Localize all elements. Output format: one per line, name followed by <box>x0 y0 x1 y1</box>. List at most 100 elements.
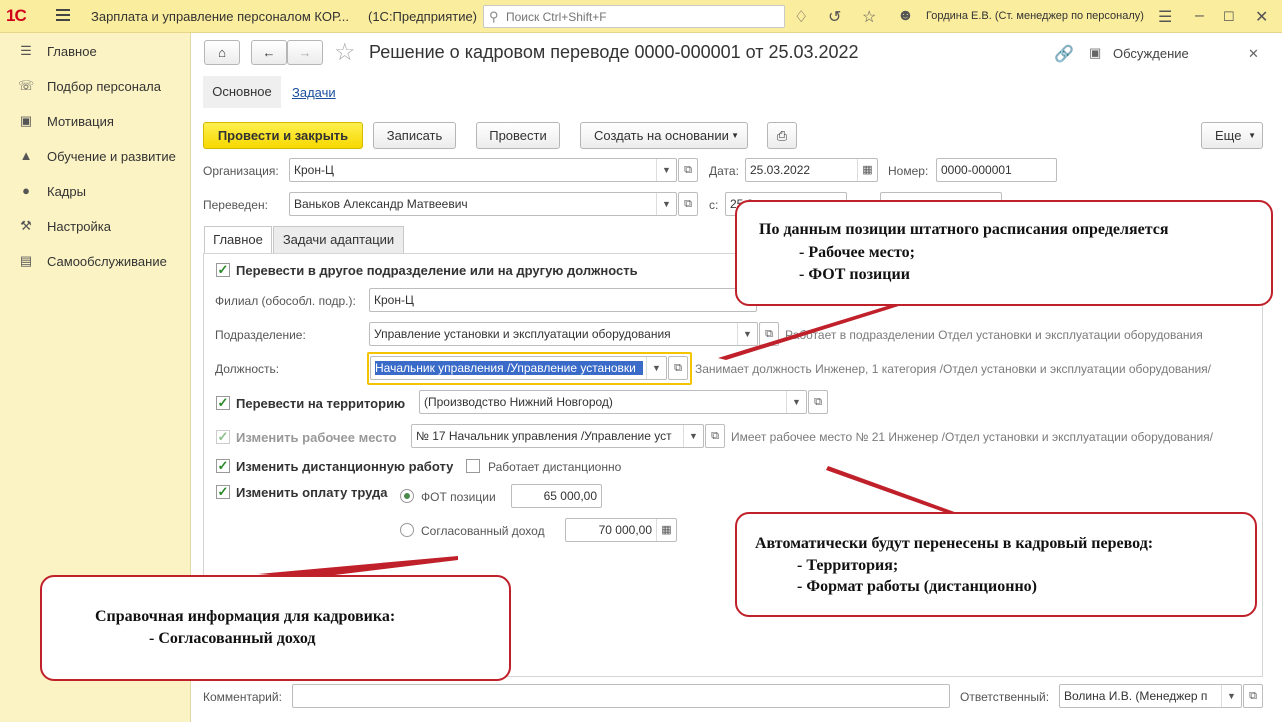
close-window-icon[interactable]: ✕ <box>1255 7 1268 27</box>
branch-label: Филиал (обособл. подр.): <box>215 294 356 308</box>
nav-tasks[interactable]: Задачи <box>292 85 336 100</box>
agreed-income-radio[interactable] <box>400 523 414 537</box>
nav-main[interactable]: Основное <box>203 76 281 108</box>
tab-adaptation-tasks[interactable]: Задачи адаптации <box>273 226 404 253</box>
main-menu-icon[interactable] <box>56 9 70 21</box>
organization-label: Организация: <box>203 164 279 178</box>
branch-value: Крон-Ц <box>374 293 414 307</box>
position-value: Начальник управления /Управление установ… <box>375 361 643 375</box>
global-search[interactable]: ⚲ <box>483 5 785 28</box>
position-info: Занимает должность Инженер, 1 категория … <box>695 362 1211 376</box>
people-icon: ● <box>22 183 30 198</box>
remote-change-checkbox[interactable]: ✓ <box>216 459 230 473</box>
open-position-button[interactable]: ⧉ <box>668 356 688 380</box>
open-icon: ⧉ <box>684 164 692 176</box>
search-icon: ⚲ <box>489 9 499 24</box>
fot-field[interactable]: 65 000,00 <box>511 484 602 508</box>
link-icon[interactable]: 🔗 <box>1054 44 1074 64</box>
open-icon: ⧉ <box>814 396 822 408</box>
maximize-icon[interactable]: ☐ <box>1223 9 1235 25</box>
branch-field[interactable]: Крон-Ц <box>369 288 757 312</box>
post-and-close-button[interactable]: Провести и закрыть <box>203 122 363 149</box>
remote-change-checkbox-label: Изменить дистанционную работу <box>236 459 454 474</box>
discussion-link[interactable]: Обсуждение <box>1113 46 1189 61</box>
territory-checkbox[interactable]: ✓ <box>216 396 230 410</box>
callout-line: Автоматически будут перенесены в кадровы… <box>755 535 1154 552</box>
post-button[interactable]: Провести <box>476 122 560 149</box>
close-form-icon[interactable]: ✕ <box>1248 46 1259 62</box>
minimize-icon[interactable]: – <box>1195 7 1204 25</box>
forward-button[interactable]: → <box>287 40 323 65</box>
sidebar-item-selfservice[interactable]: ▤ Самообслуживание <box>0 244 191 278</box>
workplace-checkbox[interactable]: ✓ <box>216 430 230 444</box>
chevron-down-icon[interactable]: ▼ <box>737 323 757 345</box>
create-based-on-button[interactable]: Создать на основании ▼ <box>580 122 748 149</box>
tab-main[interactable]: Главное <box>204 226 272 253</box>
app-logo[interactable]: 1С <box>6 6 27 26</box>
star-icon[interactable]: ☆ <box>862 7 876 27</box>
chevron-down-icon[interactable]: ▼ <box>646 357 666 379</box>
title-bar: 1С Зарплата и управление персоналом КОР.… <box>0 0 1282 33</box>
pay-change-checkbox[interactable]: ✓ <box>216 485 230 499</box>
more-button[interactable]: Еще ▼ <box>1201 122 1263 149</box>
organization-field[interactable]: Крон-Ц ▼ <box>289 158 677 182</box>
settings-menu-icon[interactable]: ☰ <box>1158 7 1172 27</box>
territory-checkbox-label: Перевести на территорию <box>236 396 406 411</box>
pay-change-checkbox-label: Изменить оплату труда <box>236 485 388 500</box>
chevron-down-icon[interactable]: ▼ <box>1221 685 1241 707</box>
sidebar-item-label: Главное <box>47 44 97 59</box>
comment-label: Комментарий: <box>203 690 282 704</box>
number-label: Номер: <box>888 164 929 178</box>
agreed-income-field[interactable]: 70 000,00 ▦ <box>565 518 677 542</box>
back-button[interactable]: ← <box>251 40 287 65</box>
comment-field[interactable] <box>292 684 950 708</box>
organization-value: Крон-Ц <box>294 163 334 177</box>
sidebar-item-motivation[interactable]: ▣ Мотивация <box>0 104 191 138</box>
number-field[interactable]: 0000-000001 <box>936 158 1057 182</box>
open-workplace-button[interactable]: ⧉ <box>705 424 725 448</box>
open-territory-button[interactable]: ⧉ <box>808 390 828 414</box>
chevron-down-icon[interactable]: ▼ <box>656 193 676 215</box>
print-button[interactable]: ⎙ <box>767 122 797 149</box>
current-user[interactable]: Гордина Е.В. (Ст. менеджер по персоналу) <box>926 10 1144 22</box>
open-organization-button[interactable]: ⧉ <box>678 158 698 182</box>
responsible-field[interactable]: Волина И.В. (Менеджер п ▼ <box>1059 684 1242 708</box>
open-responsible-button[interactable]: ⧉ <box>1243 684 1263 708</box>
division-field[interactable]: Управление установки и эксплуатации обор… <box>369 322 758 346</box>
territory-field[interactable]: (Производство Нижний Новгород) ▼ <box>419 390 807 414</box>
user-icon[interactable]: ☻ <box>897 7 914 25</box>
open-division-button[interactable]: ⧉ <box>759 322 779 346</box>
remote-work-checkbox[interactable] <box>466 459 480 473</box>
calendar-icon[interactable]: ▦ <box>857 159 877 181</box>
chat-icon[interactable]: ▣ <box>1089 45 1101 61</box>
sidebar-item-main[interactable]: ☰ Главное <box>0 34 191 68</box>
sidebar-item-hr[interactable]: ● Кадры <box>0 174 191 208</box>
fot-radio[interactable] <box>400 489 414 503</box>
chevron-down-icon[interactable]: ▼ <box>683 425 703 447</box>
chevron-down-icon[interactable]: ▼ <box>656 159 676 181</box>
callout-line: Справочная информация для кадровика: <box>95 608 396 625</box>
calculator-icon[interactable]: ▦ <box>656 519 676 541</box>
transfer-checkbox[interactable]: ✓ <box>216 263 230 277</box>
sidebar-item-settings[interactable]: ⚒ Настройка <box>0 209 191 243</box>
sidebar-item-recruitment[interactable]: ☏ Подбор персонала <box>0 69 191 103</box>
remote-work-label: Работает дистанционно <box>488 460 622 474</box>
arrow-left-icon: ← <box>262 45 276 60</box>
home-button[interactable]: ⌂ <box>204 40 240 65</box>
write-button[interactable]: Записать <box>373 122 456 149</box>
more-label: Еще <box>1215 128 1242 143</box>
callout-line: - Рабочее место; <box>799 244 915 261</box>
bell-icon[interactable]: ♢ <box>794 7 808 27</box>
phone-icon: ☏ <box>18 78 35 93</box>
position-field[interactable]: Начальник управления /Управление установ… <box>370 356 667 380</box>
history-icon[interactable]: ↺ <box>828 7 841 27</box>
favorite-star-icon[interactable]: ☆ <box>334 38 356 67</box>
workplace-field[interactable]: № 17 Начальник управления /Управление ус… <box>411 424 704 448</box>
sidebar-item-training[interactable]: ▲ Обучение и развитие <box>0 139 191 173</box>
open-icon: ⧉ <box>674 362 682 374</box>
search-input[interactable] <box>506 8 776 25</box>
employee-field[interactable]: Ваньков Александр Матвеевич ▼ <box>289 192 677 216</box>
chevron-down-icon[interactable]: ▼ <box>786 391 806 413</box>
date-field[interactable]: 25.03.2022 ▦ <box>745 158 878 182</box>
open-employee-button[interactable]: ⧉ <box>678 192 698 216</box>
